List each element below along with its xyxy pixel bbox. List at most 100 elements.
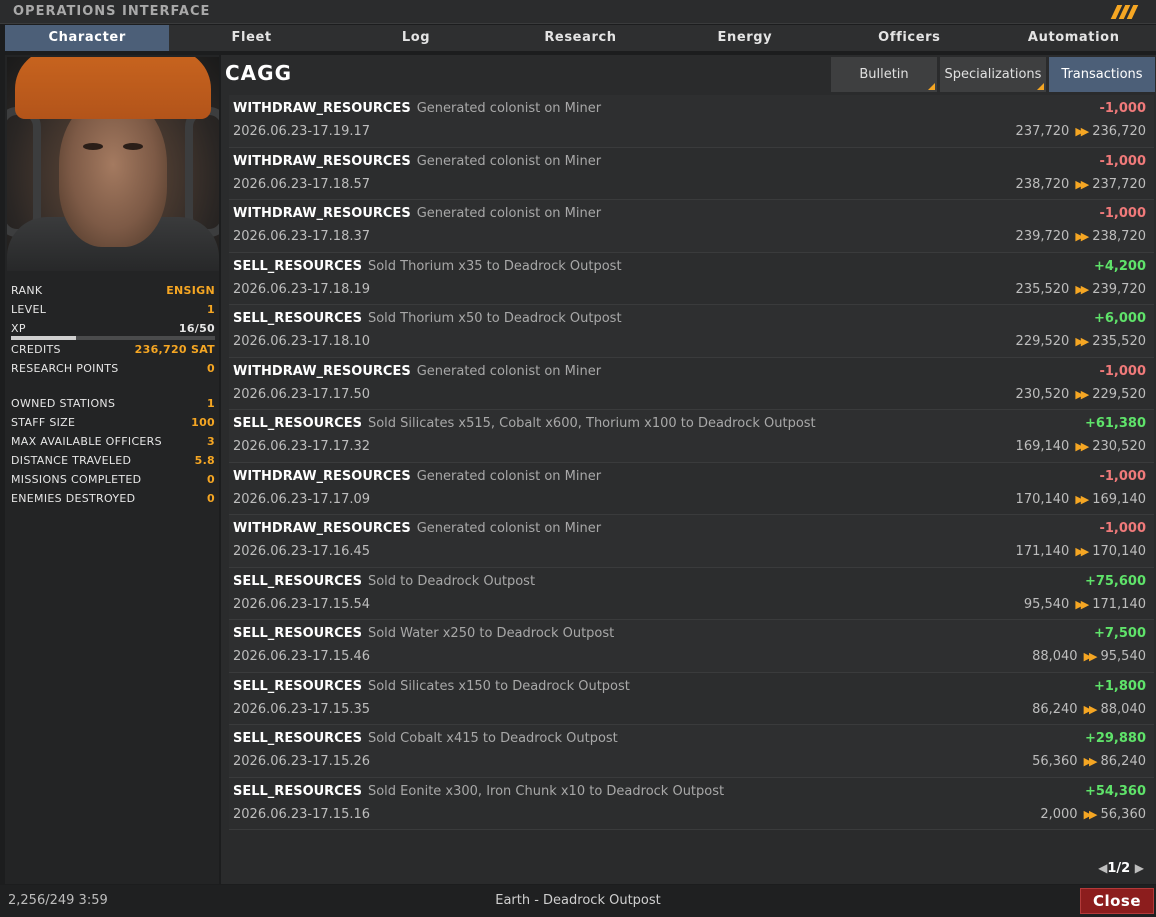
tab-research[interactable]: Research bbox=[498, 25, 662, 51]
stat-owned-stations: OWNED STATIONS 1 bbox=[11, 397, 215, 410]
transaction-balance: 237,720 ▶▶ 236,720 bbox=[1016, 124, 1146, 139]
transaction-row: WITHDRAW_RESOURCES Generated colonist on … bbox=[229, 200, 1154, 253]
tab-fleet[interactable]: Fleet bbox=[169, 25, 333, 51]
transaction-date: 2026.06.23-17.19.17 bbox=[233, 124, 371, 139]
tab-character[interactable]: Character bbox=[5, 25, 170, 51]
double-arrow-icon: ▶▶ bbox=[1075, 177, 1089, 191]
balance-to: 238,720 bbox=[1092, 229, 1146, 244]
transaction-row: SELL_RESOURCES Sold Silicates x150 to Dea… bbox=[229, 672, 1154, 725]
transaction-row: WITHDRAW_RESOURCES Generated colonist on … bbox=[229, 357, 1154, 410]
balance-to: 235,520 bbox=[1092, 334, 1146, 349]
subtab-bulletin[interactable]: Bulletin bbox=[831, 57, 937, 92]
transaction-delta: -1,000 bbox=[1099, 468, 1146, 484]
transaction-row: WITHDRAW_RESOURCES Generated colonist on … bbox=[229, 462, 1154, 515]
transaction-list: WITHDRAW_RESOURCES Generated colonist on … bbox=[229, 95, 1154, 830]
balance-from: 56,360 bbox=[1032, 754, 1078, 769]
balance-to: 56,360 bbox=[1100, 806, 1147, 822]
balance-to: 236,720 bbox=[1092, 124, 1146, 139]
transaction-type: SELL_RESOURCES Sold Thorium x50 to Deadro… bbox=[233, 311, 622, 326]
transaction-delta: -1,000 bbox=[1099, 101, 1146, 116]
subtab-transactions[interactable]: Transactions bbox=[1049, 57, 1155, 92]
transaction-balance: 95,540 ▶▶ 171,140 bbox=[1024, 597, 1146, 612]
tab-energy[interactable]: Energy bbox=[663, 25, 827, 51]
stat-max-officers: MAX AVAILABLE OFFICERS 3 bbox=[11, 435, 215, 448]
transaction-type: WITHDRAW_RESOURCES Generated colonist on … bbox=[233, 521, 602, 536]
transaction-balance: 88,040 ▶▶ 95,540 bbox=[1032, 649, 1146, 664]
balance-from: 237,720 bbox=[1015, 124, 1070, 139]
transaction-delta: +6,000 bbox=[1093, 311, 1146, 326]
stat-credits: CREDITS 236,720 SAT bbox=[11, 340, 215, 359]
prev-page-icon[interactable]: ◀ bbox=[1098, 861, 1107, 875]
transaction-row: SELL_RESOURCES Sold Eonite x300, Iron Chu… bbox=[229, 777, 1154, 830]
transaction-row: WITHDRAW_RESOURCES Generated colonist on … bbox=[229, 147, 1154, 200]
stat-distance-traveled: DISTANCE TRAVELED 5.8 bbox=[11, 454, 215, 467]
transaction-date: 2026.06.23-17.17.09 bbox=[233, 491, 371, 507]
transaction-date: 2026.06.23-17.17.50 bbox=[233, 386, 371, 402]
balance-to: 95,540 bbox=[1100, 649, 1147, 664]
transaction-balance: 230,520 ▶▶ 229,520 bbox=[1016, 387, 1146, 402]
transaction-date: 2026.06.23-17.18.37 bbox=[233, 229, 371, 244]
transaction-delta: -1,000 bbox=[1099, 153, 1146, 169]
next-page-icon[interactable]: ▶ bbox=[1135, 861, 1144, 875]
transaction-type: SELL_RESOURCES Sold Water x250 to Deadroc… bbox=[233, 626, 615, 641]
transaction-date: 2026.06.23-17.15.26 bbox=[233, 754, 371, 769]
transaction-description: Sold Cobalt x415 to Deadrock Outpost bbox=[367, 731, 618, 746]
balance-from: 230,520 bbox=[1015, 386, 1070, 402]
main-tab-bar: Character Fleet Log Research Energy Offi… bbox=[5, 25, 1156, 51]
balance-from: 171,140 bbox=[1015, 544, 1070, 559]
window-title: OPERATIONS INTERFACE bbox=[13, 4, 211, 19]
balance-to: 171,140 bbox=[1092, 596, 1146, 612]
tab-automation[interactable]: Automation bbox=[992, 25, 1156, 51]
character-sidebar: RANK ENSIGN LEVEL 1 XP 16/50 CREDITS 236,720… bbox=[5, 55, 219, 884]
transaction-type: SELL_RESOURCES Sold Thorium x35 to Deadro… bbox=[233, 258, 622, 274]
tab-log[interactable]: Log bbox=[334, 25, 498, 51]
transaction-row: WITHDRAW_RESOURCES Generated colonist on … bbox=[229, 515, 1154, 568]
double-arrow-icon: ▶▶ bbox=[1075, 440, 1089, 453]
pager: ◀1/2 ▶ bbox=[1098, 861, 1144, 876]
transaction-delta: +1,800 bbox=[1093, 678, 1146, 694]
transaction-delta: -1,000 bbox=[1099, 363, 1146, 379]
double-arrow-icon: ▶▶ bbox=[1075, 282, 1089, 296]
transaction-description: Sold Thorium x35 to Deadrock Outpost bbox=[367, 258, 622, 274]
transaction-row: WITHDRAW_RESOURCES Generated colonist on … bbox=[229, 95, 1154, 148]
transaction-type: SELL_RESOURCES Sold Eonite x300, Iron Chu… bbox=[233, 783, 725, 799]
balance-from: 170,140 bbox=[1015, 491, 1070, 507]
stat-level: LEVEL 1 bbox=[11, 300, 215, 319]
balance-to: 169,140 bbox=[1092, 491, 1146, 507]
transaction-description: Generated colonist on Miner bbox=[416, 363, 602, 379]
transaction-balance: 171,140 ▶▶ 170,140 bbox=[1016, 544, 1146, 559]
transaction-date: 2026.06.23-17.17.32 bbox=[233, 439, 371, 454]
transaction-delta: +61,380 bbox=[1084, 416, 1146, 431]
transaction-balance: 229,520 ▶▶ 235,520 bbox=[1016, 334, 1146, 349]
transaction-type: WITHDRAW_RESOURCES Generated colonist on … bbox=[233, 153, 602, 169]
stat-missions-completed: MISSIONS COMPLETED 0 bbox=[11, 473, 215, 486]
transaction-balance: 169,140 ▶▶ 230,520 bbox=[1016, 439, 1146, 454]
transaction-balance: 238,720 ▶▶ 237,720 bbox=[1016, 177, 1146, 192]
research-points-value: 0 bbox=[207, 362, 215, 375]
stat-research-points: RESEARCH POINTS 0 bbox=[11, 359, 215, 378]
transaction-type: WITHDRAW_RESOURCES Generated colonist on … bbox=[233, 468, 602, 484]
double-arrow-icon: ▶▶ bbox=[1083, 807, 1098, 821]
transactions-panel: CAGG Bulletin Specializations Transactio… bbox=[221, 55, 1156, 884]
transaction-date: 2026.06.23-17.15.46 bbox=[233, 649, 371, 664]
transaction-description: Generated colonist on Miner bbox=[416, 101, 602, 116]
transaction-row: SELL_RESOURCES Sold Water x250 to Deadroc… bbox=[229, 620, 1154, 673]
transaction-balance: 170,140 ▶▶ 169,140 bbox=[1016, 492, 1146, 507]
transaction-description: Sold Silicates x515, Cobalt x600, Thoriu… bbox=[367, 416, 816, 431]
tab-officers[interactable]: Officers bbox=[827, 25, 991, 51]
double-arrow-icon: ▶▶ bbox=[1083, 650, 1098, 663]
balance-to: 237,720 bbox=[1092, 176, 1146, 192]
transaction-type: SELL_RESOURCES Sold Silicates x150 to Dea… bbox=[233, 678, 630, 694]
balance-from: 86,240 bbox=[1032, 701, 1078, 717]
transaction-description: Sold Water x250 to Deadrock Outpost bbox=[367, 626, 615, 641]
double-arrow-icon: ▶▶ bbox=[1075, 492, 1089, 506]
close-button[interactable]: Close bbox=[1080, 888, 1154, 914]
subtab-specializations[interactable]: Specializations bbox=[940, 57, 1046, 92]
double-arrow-icon: ▶▶ bbox=[1075, 335, 1089, 348]
transaction-type: WITHDRAW_RESOURCES Generated colonist on … bbox=[233, 101, 602, 116]
corner-indicator-icon bbox=[928, 83, 935, 90]
title-bar: OPERATIONS INTERFACE bbox=[0, 0, 1156, 24]
transaction-type: SELL_RESOURCES Sold to Deadrock Outpost bbox=[233, 573, 536, 589]
transaction-balance: 235,520 ▶▶ 239,720 bbox=[1016, 282, 1146, 297]
transaction-delta: +4,200 bbox=[1093, 258, 1146, 274]
